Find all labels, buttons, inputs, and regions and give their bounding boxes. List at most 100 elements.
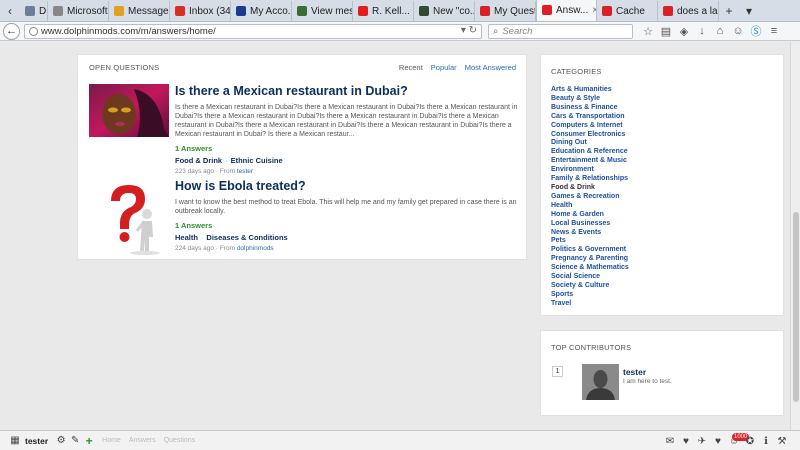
subcategory-link[interactable]: Ethnic Cuisine	[231, 156, 283, 165]
category-link[interactable]: News & Events	[551, 229, 629, 238]
edit-icon[interactable]: ✎	[68, 435, 82, 446]
browser-tab[interactable]: New "co...	[414, 1, 475, 21]
category-link[interactable]: Health	[175, 233, 198, 242]
home-icon[interactable]: ⌂	[711, 25, 729, 37]
browser-tab[interactable]: Answ...×	[536, 0, 597, 21]
category-link[interactable]: Society & Culture	[551, 282, 629, 291]
add-icon[interactable]: +	[82, 434, 96, 448]
question-title-link[interactable]: Is there a Mexican restaurant in Dubai?	[175, 84, 519, 98]
category-link[interactable]: Consumer Electronics	[551, 131, 629, 140]
category-link[interactable]: Games & Recreation	[551, 193, 629, 202]
browser-tab[interactable]: does a la...	[658, 1, 719, 21]
heart-icon[interactable]: ♥	[678, 436, 694, 447]
browser-tab[interactable]: View mes...	[292, 1, 353, 21]
browser-tab[interactable]: Inbox (34...	[170, 1, 231, 21]
category-link[interactable]: Sports	[551, 291, 629, 300]
address-bar[interactable]: www.dolphinmods.com/m/answers/home/ ▾ ↻	[24, 23, 482, 39]
category-link[interactable]: Computers & Internet	[551, 122, 629, 131]
question-title-link[interactable]: How is Ebola treated?	[175, 179, 519, 193]
tab-favicon-icon	[236, 6, 246, 16]
user-menu-icon[interactable]: ▦	[8, 435, 22, 446]
bookmark-star-icon[interactable]: ☆	[639, 25, 657, 38]
browser-tab[interactable]: R. Kell...	[353, 1, 414, 21]
category-link[interactable]: Education & Reference	[551, 148, 629, 157]
category-link[interactable]: Local Businesses	[551, 220, 629, 229]
question-thumbnail[interactable]	[89, 84, 169, 137]
tab-list: D... Microsoft Wo... Message... Inbox (34..…	[20, 0, 719, 21]
category-link[interactable]: Food & Drink	[551, 184, 629, 193]
like-icon[interactable]: ♥	[710, 436, 726, 447]
browser-tab[interactable]: Message...	[109, 1, 170, 21]
tools-wrench-icon[interactable]: ⚒	[774, 436, 790, 447]
category-link[interactable]: Cars & Transportation	[551, 113, 629, 122]
category-link[interactable]: Environment	[551, 166, 629, 175]
sort-recent-link[interactable]: Recent	[399, 63, 423, 72]
globe-icon	[29, 26, 38, 36]
category-link[interactable]: Politics & Government	[551, 246, 629, 255]
mail-icon[interactable]: ✉	[662, 436, 678, 447]
download-icon[interactable]: ↓	[693, 25, 711, 37]
browser-tab[interactable]: My Quest...	[475, 1, 536, 21]
category-link[interactable]: Family & Relationships	[551, 175, 629, 184]
answers-count[interactable]: 1 Answers	[175, 221, 519, 230]
subcategory-link[interactable]: Diseases & Conditions	[206, 233, 287, 242]
search-field[interactable]: ⌕ Search	[488, 23, 633, 39]
browser-tab[interactable]: Cache	[597, 1, 658, 21]
open-questions-panel: OPEN QUESTIONS Recent Popular Most Answe…	[77, 54, 527, 260]
category-link[interactable]: Science & Mathematics	[551, 264, 629, 273]
menu-icon[interactable]: ≡	[765, 25, 783, 37]
breadcrumb-item[interactable]: Home	[102, 437, 121, 444]
author-link[interactable]: dolphinmods	[237, 245, 274, 252]
question-thumbnail[interactable]	[89, 179, 169, 257]
category-link[interactable]: Business & Finance	[551, 104, 629, 113]
browser-tab[interactable]: D...	[20, 1, 48, 21]
category-link[interactable]: Travel	[551, 300, 629, 309]
back-button[interactable]: ←	[3, 22, 20, 40]
category-link[interactable]: Pregnancy & Parenting	[551, 255, 629, 264]
breadcrumb-item[interactable]: Answers	[129, 437, 156, 444]
sort-most-answered-link[interactable]: Most Answered	[465, 63, 516, 72]
admin-icon[interactable]: ✪	[742, 436, 758, 447]
info-icon[interactable]: ℹ	[758, 436, 774, 447]
author-link[interactable]: tester	[237, 168, 253, 175]
tab-favicon-icon	[297, 6, 307, 16]
top-contributors-heading: TOP CONTRIBUTORS	[551, 343, 632, 352]
category-link[interactable]: Health	[551, 202, 629, 211]
reload-icon[interactable]: ▾ ↻	[461, 25, 477, 36]
breadcrumb-item[interactable]: Questions	[164, 437, 196, 444]
skype-icon[interactable]: Ⓢ	[747, 23, 765, 39]
category-link[interactable]: Beauty & Style	[551, 95, 629, 104]
answers-count[interactable]: 1 Answers	[175, 144, 519, 153]
page-scrollbar[interactable]	[790, 42, 800, 430]
contributor-bio: I am here to test.	[623, 378, 672, 385]
category-link[interactable]: Pets	[551, 237, 629, 246]
browser-tab[interactable]: My Acco...	[231, 1, 292, 21]
feedback-icon[interactable]: ☺	[729, 25, 747, 37]
pocket-icon[interactable]: ◈	[675, 25, 693, 38]
reading-list-icon[interactable]: ▤	[657, 25, 675, 38]
scroll-tabs-left-icon[interactable]: ‹	[0, 1, 20, 21]
category-link[interactable]: Food & Drink	[175, 156, 222, 165]
contributor-name-link[interactable]: tester	[623, 367, 646, 377]
new-tab-button[interactable]: +	[719, 1, 739, 21]
category-link[interactable]: Entertainment & Music	[551, 157, 629, 166]
settings-gear-icon[interactable]: ⚙	[54, 435, 68, 446]
category-separator: ·	[225, 156, 228, 165]
tab-favicon-icon	[175, 6, 185, 16]
notifications-icon[interactable]: ☺ 1000	[726, 432, 750, 447]
sort-popular-link[interactable]: Popular	[431, 63, 457, 72]
browser-tab[interactable]: Microsoft Wo...	[48, 1, 109, 21]
contributor-avatar[interactable]	[582, 364, 619, 400]
question-categories: Health · Diseases & Conditions	[175, 233, 519, 242]
from-label: From	[219, 245, 235, 252]
twitter-icon[interactable]: ✈	[694, 436, 710, 447]
current-user[interactable]: tester	[25, 436, 48, 446]
category-link[interactable]: Social Science	[551, 273, 629, 282]
question-item: How is Ebola treated? I want to know the…	[89, 179, 519, 259]
search-placeholder: Search	[502, 25, 533, 37]
scrollbar-thumb[interactable]	[793, 212, 799, 402]
tab-list-dropdown-icon[interactable]: ▾	[739, 1, 759, 21]
category-link[interactable]: Dining Out	[551, 139, 629, 148]
category-link[interactable]: Home & Garden	[551, 211, 629, 220]
category-link[interactable]: Arts & Humanities	[551, 86, 629, 95]
